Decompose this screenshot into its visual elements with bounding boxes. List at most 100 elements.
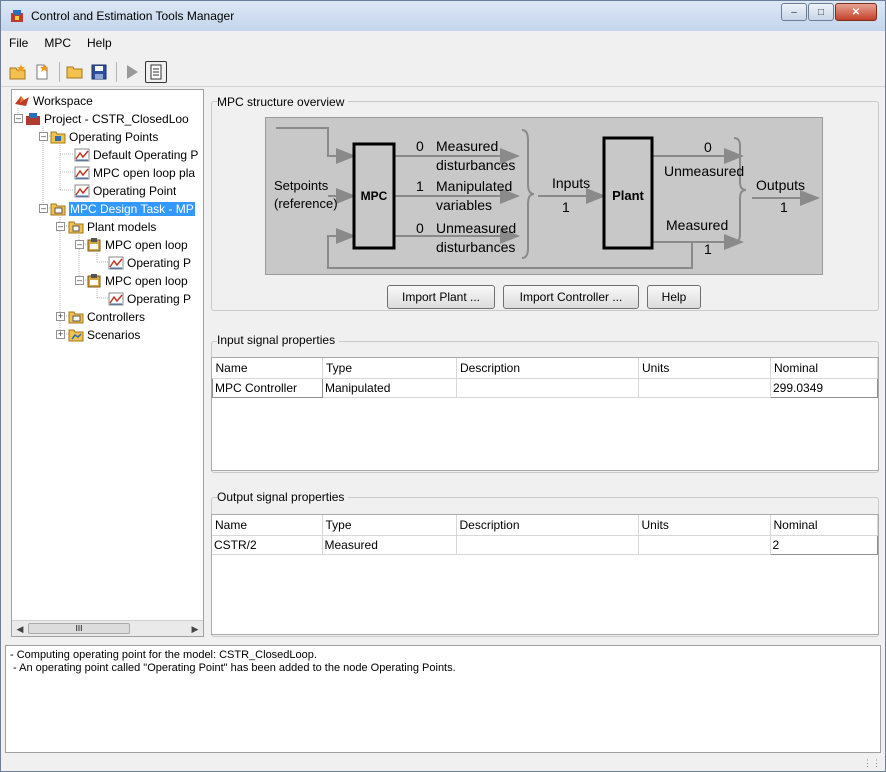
collapse-toggle[interactable]: – — [56, 222, 65, 231]
tree-horizontal-scrollbar[interactable]: ◀ III ▶ — [12, 620, 203, 636]
minimize-icon: – — [791, 6, 797, 18]
inputs-label: Inputs — [552, 175, 590, 191]
input-signals-table: Name Type Description Units Nominal MPC … — [211, 357, 879, 471]
signal-nominal-cell[interactable]: 2 — [769, 534, 878, 555]
input-signals-title: Input signal properties — [217, 333, 340, 347]
plant-models-icon — [68, 221, 84, 234]
plant-model-icon — [87, 274, 101, 288]
tree-item-plant-operating-point-2[interactable]: Operating P — [108, 290, 191, 308]
new-task-button[interactable] — [31, 61, 53, 83]
mpc-design-panel: MPC structure overview MPC Plant Setpoin… — [207, 89, 883, 639]
tree-item-label: Scenarios — [87, 328, 141, 342]
collapse-toggle[interactable]: – — [75, 240, 84, 249]
new-project-button[interactable] — [7, 61, 29, 83]
message-log[interactable]: - Computing operating point for the mode… — [5, 645, 881, 753]
operating-point-icon — [74, 184, 90, 198]
signal-units-cell[interactable] — [638, 535, 771, 555]
menu-help[interactable]: Help — [79, 36, 120, 50]
tree-item-plant-model-1[interactable]: MPC open loop — [86, 236, 188, 254]
column-header-units[interactable]: Units — [638, 515, 771, 536]
column-header-description[interactable]: Description — [456, 358, 639, 379]
signal-type-cell[interactable]: Measured — [322, 535, 457, 555]
tree-item-scenarios[interactable]: Scenarios — [68, 326, 140, 344]
tree-item-operating-points[interactable]: Operating Points — [50, 128, 158, 146]
close-icon: ✕ — [851, 6, 861, 18]
collapse-toggle[interactable]: – — [75, 276, 84, 285]
tree-item-project[interactable]: Project - CSTR_ClosedLoo — [25, 110, 189, 128]
structure-overview-title: MPC structure overview — [217, 95, 349, 109]
expand-toggle[interactable]: + — [56, 312, 65, 321]
tree-item-label: Controllers — [87, 310, 146, 324]
tree-item-operating-point[interactable]: Operating Point — [74, 182, 176, 200]
resize-grip-icon[interactable]: ⋮⋮ — [863, 758, 881, 769]
expand-toggle[interactable]: + — [56, 330, 65, 339]
folder-icon — [50, 131, 66, 144]
collapse-toggle[interactable]: – — [39, 132, 48, 141]
save-icon — [91, 64, 107, 79]
tree-item-label: Operating Points — [69, 130, 159, 144]
output-signals-title: Output signal properties — [217, 490, 349, 504]
workspace-tree: Workspace – Project - CSTR_ClosedLoo – O… — [11, 89, 204, 637]
minimize-button[interactable]: – — [781, 3, 807, 21]
tree-item-plant-models[interactable]: Plant models — [68, 218, 156, 236]
tree-item-mpc-design-task[interactable]: MPC Design Task - MP — [50, 200, 195, 218]
simulink-project-icon — [26, 113, 40, 125]
toolbar-separator — [116, 61, 117, 82]
tree-item-mpc-open-loop-plant[interactable]: MPC open loop pla — [74, 164, 195, 182]
open-button[interactable] — [64, 61, 86, 83]
toolbar — [1, 57, 885, 87]
log-button[interactable] — [145, 60, 167, 83]
manipulated-variables-label-2: variables — [436, 197, 492, 213]
signal-description-cell[interactable] — [456, 535, 639, 555]
menu-file[interactable]: File — [1, 36, 36, 50]
column-header-name[interactable]: Name — [212, 358, 323, 379]
save-button[interactable] — [88, 61, 110, 83]
run-button[interactable] — [121, 61, 143, 83]
tree-item-plant-model-2[interactable]: MPC open loop — [86, 272, 188, 290]
column-header-units[interactable]: Units — [638, 358, 771, 379]
table-row: CSTR/2 Measured 2 — [212, 534, 878, 555]
import-plant-button[interactable]: Import Plant ... — [387, 285, 495, 309]
signal-units-cell[interactable] — [638, 378, 771, 398]
collapse-toggle[interactable]: – — [39, 204, 48, 213]
help-button[interactable]: Help — [647, 285, 701, 309]
controllers-icon — [68, 311, 84, 324]
column-header-type[interactable]: Type — [322, 358, 457, 379]
tree-item-plant-operating-point-1[interactable]: Operating P — [108, 254, 191, 272]
scroll-thumb[interactable]: III — [28, 623, 130, 634]
signal-type-cell[interactable]: Manipulated — [322, 378, 457, 398]
column-header-description[interactable]: Description — [456, 515, 639, 536]
output-signals-table: Name Type Description Units Nominal CSTR… — [211, 514, 879, 635]
open-folder-icon — [66, 66, 83, 78]
operating-point-icon — [74, 166, 90, 180]
unmeasured-output-label: Unmeasured — [664, 163, 744, 179]
tree-item-controllers[interactable]: Controllers — [68, 308, 145, 326]
column-header-type[interactable]: Type — [322, 515, 457, 536]
mpc-block-label: MPC — [361, 189, 388, 203]
tree-item-workspace[interactable]: Workspace — [14, 92, 93, 110]
measured-output-label: Measured — [666, 217, 728, 233]
close-button[interactable]: ✕ — [835, 3, 877, 21]
scroll-right-icon[interactable]: ▶ — [188, 622, 202, 636]
tree-item-default-operating-point[interactable]: Default Operating P — [74, 146, 198, 164]
tree-item-label: MPC Design Task - MP — [69, 202, 195, 216]
scroll-left-icon[interactable]: ◀ — [13, 622, 27, 636]
signal-nominal-cell[interactable]: 299.0349 — [770, 377, 878, 398]
collapse-toggle[interactable]: – — [14, 114, 23, 123]
column-header-nominal[interactable]: Nominal — [770, 358, 878, 379]
title-bar: Control and Estimation Tools Manager – □… — [1, 1, 885, 31]
signal-name-cell[interactable]: CSTR/2 — [212, 535, 323, 555]
measured-disturbance-count: 0 — [416, 138, 424, 154]
signal-name-cell[interactable]: MPC Controller — [212, 377, 323, 398]
menu-mpc[interactable]: MPC — [36, 36, 79, 50]
setpoints-label: Setpoints — [274, 178, 329, 193]
maximize-button[interactable]: □ — [808, 3, 834, 21]
tree-item-label: MPC open loop — [105, 238, 188, 252]
measured-output-count: 1 — [704, 241, 712, 257]
signal-description-cell[interactable] — [456, 378, 639, 398]
column-header-name[interactable]: Name — [212, 515, 323, 536]
tree-item-label: Plant models — [87, 220, 157, 234]
import-controller-button[interactable]: Import Controller ... — [503, 285, 639, 309]
manipulated-variables-label-1: Manipulated — [436, 178, 512, 194]
column-header-nominal[interactable]: Nominal — [770, 515, 878, 536]
